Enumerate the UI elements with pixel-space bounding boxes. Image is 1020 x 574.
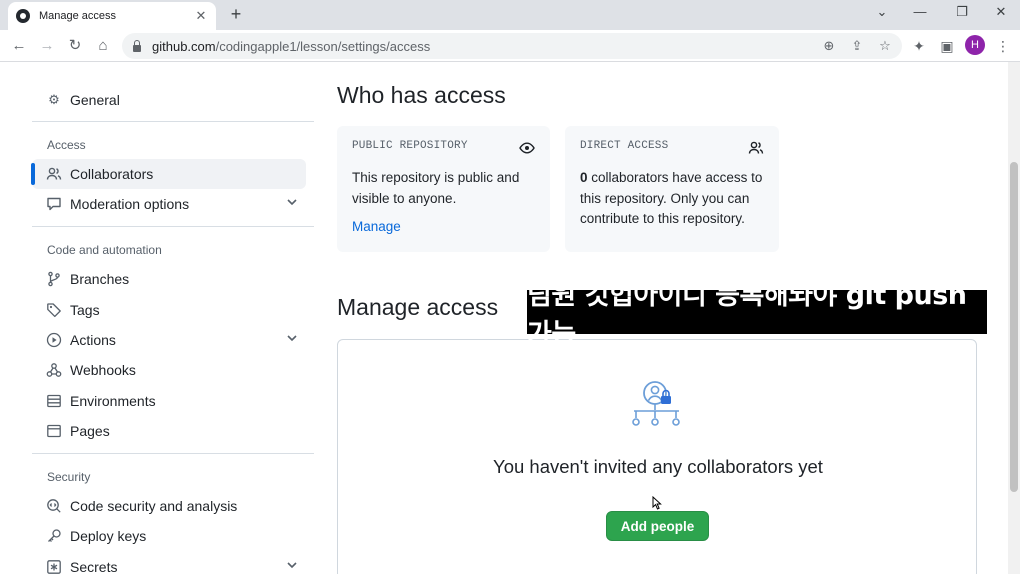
sidebar-heading-access: Access [47,138,86,152]
chevron-down-icon[interactable] [286,559,298,571]
people-icon [46,166,62,182]
new-tab-plus-icon[interactable]: + [226,4,246,24]
sidebar-item-label: Branches [70,271,130,287]
add-people-button[interactable]: Add people [606,511,709,541]
sidebar-item-label: Code security and analysis [70,498,238,514]
sidebar-divider [32,226,314,227]
sidebar-item-label: Deploy keys [70,528,147,544]
back-arrow-icon[interactable]: ← [8,35,30,57]
sidebar-item-actions[interactable]: Actions [32,325,306,355]
sidebar-item-label: Pages [70,423,110,439]
sidebar-heading-code-automation: Code and automation [47,243,162,257]
card-label: PUBLIC REPOSITORY [352,140,468,152]
sidebar-item-code-security[interactable]: Code security and analysis [32,491,306,521]
tab-close-icon[interactable]: ✕ [194,8,208,24]
people-icon [747,140,765,156]
server-icon [46,393,62,409]
sidebar-item-deploy-keys[interactable]: Deploy keys [32,521,306,551]
close-window-icon[interactable]: ✕ [991,4,1011,20]
extensions-puzzle-icon[interactable]: ✦ [908,35,930,57]
sidebar-item-pages[interactable]: Pages [32,416,306,446]
asterisk-icon [46,559,62,574]
browser-window-icon [46,423,62,439]
webhook-icon [46,362,62,378]
tag-icon [46,302,62,318]
scrollbar-thumb[interactable] [1010,162,1018,492]
card-text: This repository is public and visible to… [352,170,520,206]
empty-state-title: You haven't invited any collaborators ye… [493,456,823,477]
card-text-body: collaborators have access to this reposi… [580,170,763,226]
tab-search-chevron-icon[interactable]: ⌄ [872,4,892,20]
sidebar-item-moderation[interactable]: Moderation options [32,189,306,219]
play-circle-icon [46,332,62,348]
forward-arrow-icon[interactable]: → [36,35,58,57]
zoom-icon[interactable]: ⊕ [820,37,838,55]
address-bar[interactable]: github.com/codingapple1/lesson/settings/… [122,33,902,59]
reload-icon[interactable]: ↻ [64,35,86,57]
minimize-icon[interactable]: — [910,4,930,19]
sidebar-item-label: General [70,92,120,108]
restore-icon[interactable]: ❐ [952,4,972,20]
sidebar-item-label: Environments [70,393,156,409]
sidebar-item-collaborators[interactable]: Collaborators [31,159,306,189]
lock-icon[interactable] [132,40,142,52]
card-text: 0 collaborators have access to this repo… [580,168,764,230]
page-content: ⚙ General Access Collaborators Moderatio… [0,62,1008,574]
manage-access-title: Manage access [337,294,499,320]
mouse-cursor-icon [652,496,662,510]
menu-kebab-icon[interactable]: ⋮ [992,35,1014,57]
card-label: DIRECT ACCESS [580,140,669,152]
manage-link[interactable]: Manage [352,219,401,234]
sidebar-item-general[interactable]: ⚙ General [32,85,306,115]
browser-tab[interactable]: Manage access ✕ [8,2,216,30]
who-has-access-title: Who has access [337,82,506,108]
home-icon[interactable]: ⌂ [92,35,114,57]
sidebar-item-environments[interactable]: Environments [32,386,306,416]
sidebar-item-label: Secrets [70,559,118,574]
url-path: /codingapple1/lesson/settings/access [215,38,431,54]
sidebar-item-label: Collaborators [70,166,154,182]
browser-toolbar: ← → ↻ ⌂ github.com/codingapple1/lesson/s… [0,30,1020,62]
codescan-icon [46,498,62,514]
sidebar-item-secrets[interactable]: Secrets [32,552,306,574]
browser-tab-strip: Manage access ✕ + ⌄ — ❐ ✕ [0,0,1020,30]
url-host: github.com [152,38,216,54]
comment-icon [46,196,62,212]
sidebar-item-tags[interactable]: Tags [32,295,306,325]
bookmark-star-icon[interactable]: ☆ [876,37,894,55]
github-favicon-icon [16,9,30,23]
side-panel-icon[interactable]: ▣ [936,35,958,57]
public-repository-card: PUBLIC REPOSITORY This repository is pub… [337,126,550,252]
sidebar-heading-security: Security [47,470,91,484]
collaborators-empty-state: You haven't invited any collaborators ye… [337,339,977,574]
sidebar-item-label: Actions [70,332,116,348]
video-subtitle-caption: 팀원 깃헙아이디 등록해놔야 git push 가능 [527,280,987,350]
collaborator-count: 0 [580,170,588,185]
sidebar-item-webhooks[interactable]: Webhooks [32,355,306,385]
sidebar-item-label: Tags [70,302,100,318]
sidebar-item-label: Moderation options [70,196,190,212]
sidebar-divider [32,121,314,122]
sidebar-item-label: Webhooks [70,362,136,378]
chevron-down-icon[interactable] [286,332,298,344]
profile-avatar[interactable]: H [965,35,985,55]
branch-icon [46,271,62,287]
gear-icon: ⚙ [48,92,60,107]
direct-access-card: DIRECT ACCESS 0 collaborators have acces… [565,126,779,252]
collaborators-illustration-icon [632,381,680,426]
page-scrollbar[interactable] [1008,62,1020,574]
sidebar-divider [32,453,314,454]
tab-title: Manage access [39,10,117,22]
eye-icon [518,140,536,156]
share-icon[interactable]: ⇪ [848,37,866,55]
chevron-down-icon[interactable] [286,196,298,208]
key-icon [46,528,62,544]
sidebar-item-branches[interactable]: Branches [32,264,306,294]
